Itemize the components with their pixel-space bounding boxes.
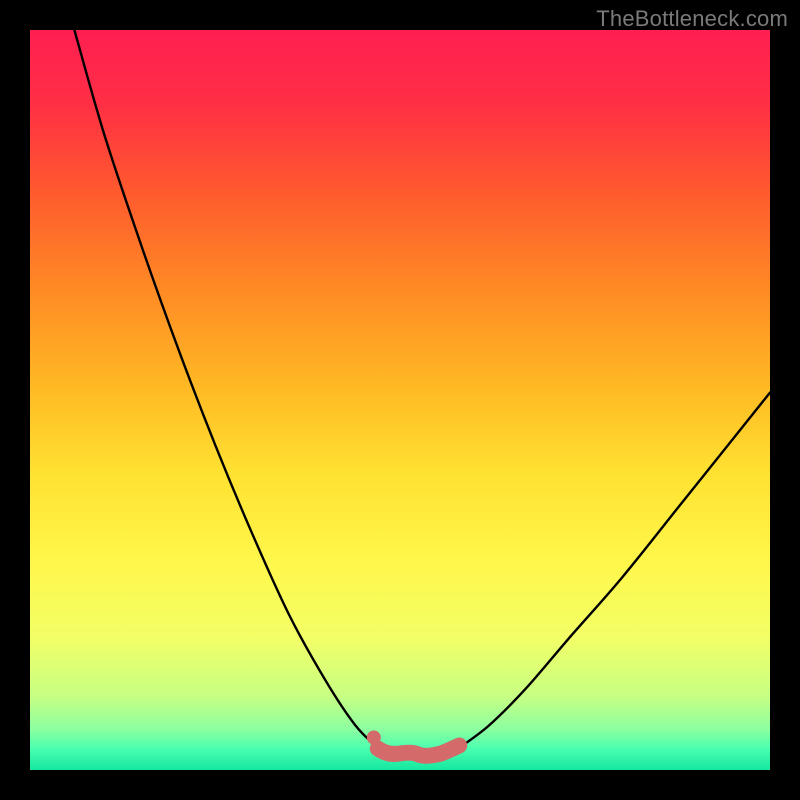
watermark-text: TheBottleneck.com	[596, 6, 788, 32]
chart-stage: TheBottleneck.com	[0, 0, 800, 800]
bottleneck-chart	[30, 30, 770, 770]
valley-band	[378, 746, 459, 756]
valley-dot	[367, 731, 381, 745]
plot-background	[30, 30, 770, 770]
